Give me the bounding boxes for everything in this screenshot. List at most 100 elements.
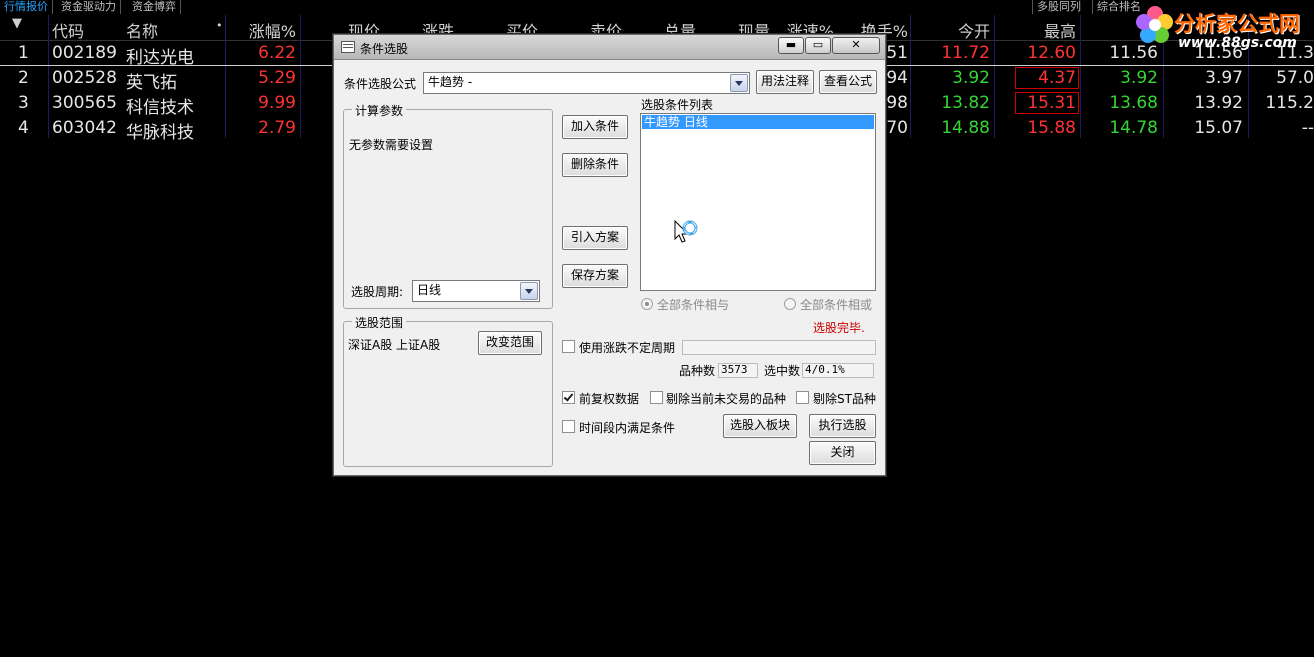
prev-close: 13.92: [1194, 93, 1243, 113]
range-group-label: 选股范围: [352, 314, 407, 331]
open-price: 11.72: [941, 43, 990, 63]
tab-fund-game[interactable]: 资金博弈: [128, 0, 181, 14]
watermark-title: 分析家公式网: [1174, 11, 1300, 36]
flower-logo-icon: [1136, 6, 1173, 43]
condition-item[interactable]: 牛趋势 日线: [642, 115, 874, 129]
status-text: 选股完毕.: [813, 321, 865, 335]
low-price: 13.68: [1109, 93, 1158, 113]
all-or-radio[interactable]: [784, 298, 796, 310]
to-block-button[interactable]: 选股入板块: [723, 414, 797, 438]
open-price: 3.92: [952, 68, 990, 88]
site-watermark-logo: 分析家公式网 www.88gs.com: [1118, 2, 1314, 52]
change-pct: 6.22: [258, 43, 296, 63]
change-range-button[interactable]: 改变范围: [478, 331, 542, 355]
header-change-pct[interactable]: 涨幅%: [226, 18, 296, 42]
range-group: 选股范围 深证A股 上证A股 改变范围: [343, 314, 553, 467]
time-period-label: 时间段内满足条件: [579, 421, 676, 435]
progress-bar: [682, 340, 876, 355]
time-period-checkbox[interactable]: [562, 420, 575, 433]
header-high[interactable]: 最高: [996, 18, 1076, 42]
low-price: 3.92: [1120, 68, 1158, 88]
extra-value: 57.0: [1276, 68, 1314, 88]
dialog-titlebar[interactable]: 条件选股 ▬ ▭ ✕: [334, 35, 885, 60]
header-open[interactable]: 今开: [912, 18, 990, 42]
view-formula-button[interactable]: 查看公式: [819, 70, 877, 94]
exclude-untraded-label: 剔除当前未交易的品种: [666, 392, 787, 406]
extra-value: 115.2: [1265, 93, 1314, 113]
change-pct: 9.99: [258, 93, 296, 113]
conditions-list-label: 选股条件列表: [641, 98, 714, 112]
high-price: 4.37: [1015, 67, 1079, 89]
period-label: 选股周期:: [351, 285, 404, 299]
stock-code: 002189: [52, 43, 117, 63]
prev-close: 15.07: [1194, 118, 1243, 138]
dialog-title: 条件选股: [360, 42, 409, 56]
formula-select-value: 牛趋势 -: [428, 75, 473, 89]
prev-close: 3.97: [1205, 68, 1243, 88]
count-label: 品种数: [679, 364, 716, 378]
tab-fund-driver[interactable]: 资金驱动力: [57, 0, 121, 14]
change-pct: 2.79: [258, 118, 296, 138]
watermark-url: www.88gs.com: [1178, 35, 1297, 51]
close-window-button[interactable]: ✕: [832, 37, 880, 54]
low-price: 14.78: [1109, 118, 1158, 138]
close-button[interactable]: 关闭: [809, 441, 876, 465]
open-price: 13.82: [941, 93, 990, 113]
adjusted-data-checkbox[interactable]: [562, 391, 575, 404]
header-dot: •: [216, 19, 223, 32]
period-select[interactable]: 日线: [412, 280, 540, 302]
row-index: 2: [18, 68, 29, 88]
add-condition-button[interactable]: 加入条件: [562, 115, 628, 139]
all-and-label: 全部条件相与: [657, 298, 730, 312]
minimize-button[interactable]: ▬: [778, 37, 804, 54]
open-price: 14.88: [941, 118, 990, 138]
params-group: 计算参数 无参数需要设置 选股周期: 日线: [343, 102, 553, 309]
row-index: 3: [18, 93, 29, 113]
stock-code: 603042: [52, 118, 117, 138]
save-plan-button[interactable]: 保存方案: [562, 264, 628, 288]
dropdown-arrow-icon[interactable]: [520, 282, 538, 300]
row-index: 1: [18, 43, 29, 63]
stock-code: 300565: [52, 93, 117, 113]
period-select-value: 日线: [417, 283, 442, 297]
selected-label: 选中数: [764, 364, 801, 378]
exclude-st-label: 剔除ST品种: [813, 392, 876, 406]
exclude-untraded-checkbox[interactable]: [650, 391, 663, 404]
adjusted-data-label: 前复权数据: [579, 392, 640, 406]
header-name[interactable]: 名称: [126, 18, 158, 42]
selected-field: 4/0.1%: [802, 363, 874, 378]
row-index: 4: [18, 118, 29, 138]
formula-label: 条件选股公式: [344, 77, 417, 91]
high-price: 15.88: [1027, 118, 1076, 138]
stock-name: 华脉科技: [126, 123, 194, 143]
all-or-label: 全部条件相或: [800, 298, 873, 312]
high-price: 12.60: [1027, 43, 1076, 63]
import-plan-button[interactable]: 引入方案: [562, 226, 628, 250]
conditions-listbox[interactable]: 牛趋势 日线: [640, 113, 876, 291]
dropdown-arrow-icon[interactable]: [730, 74, 748, 92]
use-period-label: 使用涨跌不定周期: [579, 341, 676, 355]
range-text: 深证A股 上证A股: [348, 338, 441, 352]
sort-down-icon[interactable]: ▼: [12, 16, 22, 31]
window-icon: [341, 41, 355, 53]
tab-multi-stock[interactable]: 多股同列: [1032, 0, 1085, 14]
high-price: 15.31: [1015, 92, 1079, 114]
change-pct: 5.29: [258, 68, 296, 88]
top-tab-bar: 行情报价 资金驱动力 资金博弈 多股同列 综合排名: [0, 0, 1314, 14]
stock-screener-dialog: 条件选股 ▬ ▭ ✕ 条件选股公式 牛趋势 - 用法注释 查看公式 计算参数 无…: [333, 34, 886, 476]
use-period-checkbox[interactable]: [562, 340, 575, 353]
execute-button[interactable]: 执行选股: [809, 414, 876, 438]
busy-cursor-icon: [674, 220, 698, 243]
header-code[interactable]: 代码: [52, 18, 84, 42]
tab-quotes[interactable]: 行情报价: [0, 0, 53, 14]
usage-notes-button[interactable]: 用法注释: [756, 70, 814, 94]
extra-value: --: [1301, 118, 1314, 138]
exclude-st-checkbox[interactable]: [796, 391, 809, 404]
count-field: 3573: [718, 363, 758, 378]
delete-condition-button[interactable]: 删除条件: [562, 153, 628, 177]
params-group-label: 计算参数: [352, 102, 407, 119]
stock-code: 002528: [52, 68, 117, 88]
maximize-button[interactable]: ▭: [805, 37, 831, 54]
formula-select[interactable]: 牛趋势 -: [423, 72, 750, 94]
all-and-radio[interactable]: [641, 298, 653, 310]
